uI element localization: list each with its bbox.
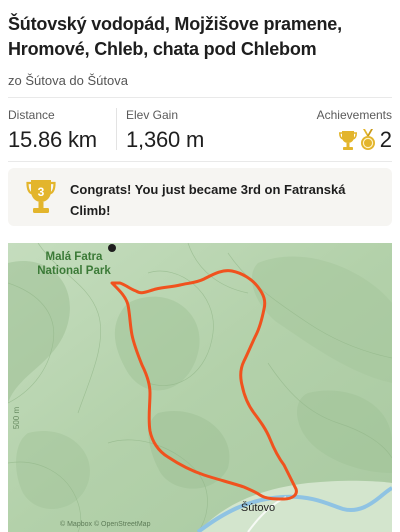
elev-gain-label: Elev Gain xyxy=(126,108,179,122)
stats-divider xyxy=(8,161,392,162)
achievements-summary[interactable]: 2 xyxy=(338,127,392,153)
elev-gain-value: 1,360 m xyxy=(126,127,205,152)
elevation-label: 500 m xyxy=(12,407,21,430)
banner-message: Congrats! You just became 3rd on Fatrans… xyxy=(70,182,346,218)
stat-separator xyxy=(116,108,117,150)
activity-subtitle: zo Šútova do Šútova xyxy=(8,73,128,88)
achievements-count: 2 xyxy=(379,127,392,152)
activity-title: Šútovský vodopád, Mojžišove pramene, Hro… xyxy=(8,14,342,59)
third-place-trophy-icon: 3 xyxy=(26,180,56,213)
park-label-line2: National Park xyxy=(37,265,111,277)
achievements-label: Achievements xyxy=(316,108,392,122)
trophy-place-number: 3 xyxy=(38,185,45,199)
medal-icon xyxy=(360,129,375,150)
header-divider xyxy=(8,97,392,98)
route-map[interactable]: Malá Fatra National Park Šútovo 500 m © … xyxy=(8,243,392,532)
park-label-line1: Malá Fatra xyxy=(46,251,103,263)
achievement-banner[interactable]: 3 Congrats! You just became 3rd on Fatra… xyxy=(8,168,392,226)
distance-label: Distance xyxy=(8,108,55,122)
trophy-icon xyxy=(338,131,357,150)
distance-value: 15.86 km xyxy=(8,127,97,152)
map-attribution: © Mapbox © OpenStreetMap xyxy=(60,520,151,528)
start-marker xyxy=(108,244,116,252)
village-label: Šútovo xyxy=(241,501,275,514)
